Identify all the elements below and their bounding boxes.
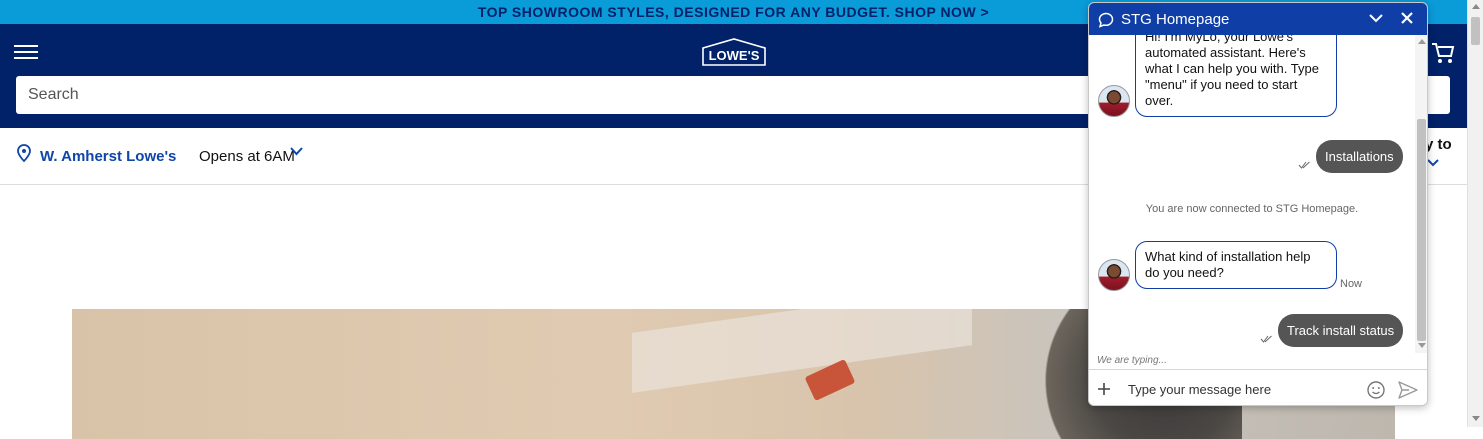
location-pin-icon bbox=[17, 144, 31, 162]
bot-message-text: Hi! I'm MyLo, your Lowe's automated assi… bbox=[1145, 35, 1319, 108]
chat-widget: STG Homepage Hi! I'm MyLo, your Lowe's a… bbox=[1088, 2, 1428, 406]
cart-icon[interactable] bbox=[1431, 42, 1455, 64]
scroll-up-arrow-icon[interactable] bbox=[1418, 39, 1426, 44]
send-icon[interactable] bbox=[1398, 381, 1418, 399]
message-timestamp: Now bbox=[1340, 278, 1363, 290]
typing-indicator: We are typing... bbox=[1097, 355, 1167, 366]
user-message-text: Installations bbox=[1325, 149, 1394, 164]
chat-scrollbar[interactable] bbox=[1415, 35, 1427, 353]
chevron-down-icon[interactable] bbox=[1427, 159, 1439, 167]
hero-floor-plank bbox=[632, 309, 972, 393]
store-hours[interactable]: Opens at 6AM bbox=[199, 148, 295, 165]
bot-message-text: What kind of installation help do you ne… bbox=[1145, 249, 1311, 280]
attach-plus-icon[interactable] bbox=[1097, 382, 1111, 396]
chat-bubble-icon bbox=[1098, 12, 1114, 28]
chat-transcript[interactable]: Hi! I'm MyLo, your Lowe's automated assi… bbox=[1089, 35, 1415, 353]
user-message-text: Track install status bbox=[1287, 323, 1395, 338]
chat-input-bar: Type your message here bbox=[1089, 369, 1427, 405]
user-message: Installations bbox=[1316, 140, 1403, 173]
promo-text[interactable]: TOP SHOWROOM STYLES, DESIGNED FOR ANY BU… bbox=[478, 4, 989, 20]
logo-text: LOWE'S bbox=[709, 48, 760, 63]
bot-message: Hi! I'm MyLo, your Lowe's automated assi… bbox=[1135, 35, 1337, 117]
message-input[interactable]: Type your message here bbox=[1128, 382, 1271, 397]
delivered-check-icon bbox=[1260, 335, 1272, 343]
minimize-chevron-icon[interactable] bbox=[1369, 13, 1383, 23]
emoji-icon[interactable] bbox=[1367, 381, 1385, 399]
scroll-down-arrow-icon[interactable] bbox=[1472, 416, 1480, 421]
hamburger-menu-icon[interactable] bbox=[14, 42, 38, 62]
user-message: Track install status bbox=[1278, 314, 1404, 347]
bot-message: What kind of installation help do you ne… bbox=[1135, 241, 1337, 289]
bot-avatar bbox=[1098, 85, 1130, 117]
page-scrollbar[interactable] bbox=[1467, 0, 1483, 427]
store-name-link[interactable]: W. Amherst Lowe's bbox=[40, 148, 176, 165]
chevron-down-icon[interactable] bbox=[290, 146, 303, 156]
search-placeholder: Search bbox=[28, 86, 79, 103]
bot-avatar bbox=[1098, 259, 1130, 291]
scroll-down-arrow-icon[interactable] bbox=[1418, 343, 1426, 348]
close-icon[interactable] bbox=[1400, 11, 1414, 25]
chat-header: STG Homepage bbox=[1089, 3, 1427, 35]
scrollbar-thumb[interactable] bbox=[1417, 119, 1426, 341]
lowes-logo[interactable]: LOWE'S bbox=[701, 38, 767, 66]
scroll-up-arrow-icon[interactable] bbox=[1472, 4, 1480, 9]
delivery-partial-label[interactable]: y to bbox=[1425, 136, 1452, 153]
delivered-check-icon bbox=[1298, 161, 1310, 169]
chat-title: STG Homepage bbox=[1121, 11, 1230, 28]
scrollbar-thumb[interactable] bbox=[1471, 17, 1480, 45]
system-message: You are now connected to STG Homepage. bbox=[1145, 203, 1359, 215]
